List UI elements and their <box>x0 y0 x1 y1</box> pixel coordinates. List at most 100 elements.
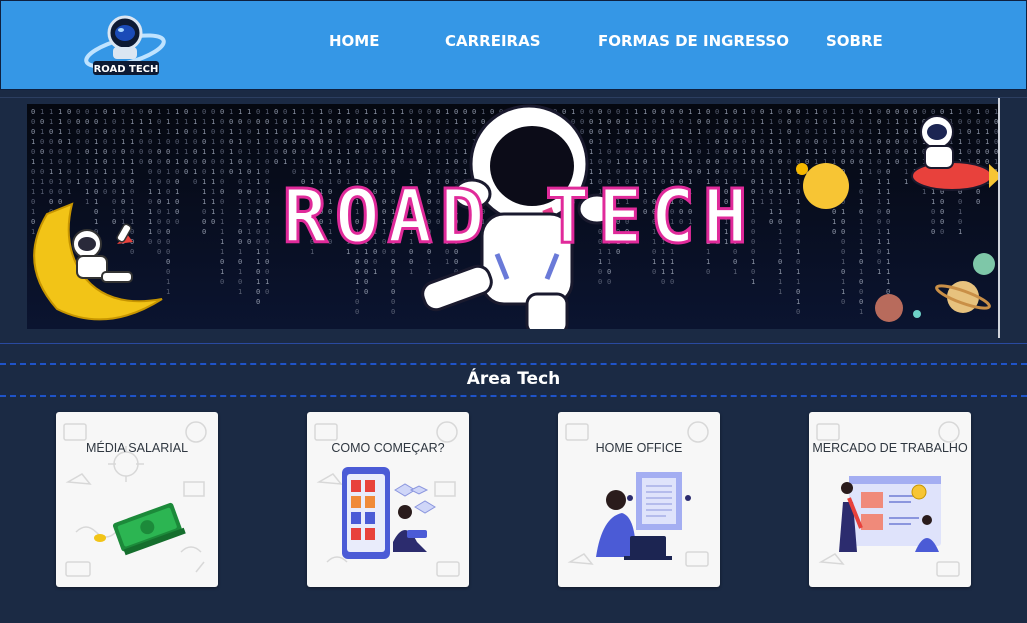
svg-text:1: 1 <box>877 178 881 186</box>
nav-carreiras[interactable]: CARREIRAS <box>445 32 541 50</box>
svg-text:0: 0 <box>49 148 53 156</box>
svg-text:0: 0 <box>382 148 386 156</box>
svg-text:1: 1 <box>625 118 629 126</box>
svg-text:0: 0 <box>436 108 440 116</box>
card-media-salarial[interactable]: MÉDIA SALARIAL <box>56 412 218 587</box>
svg-text:1: 1 <box>634 118 638 126</box>
svg-text:0: 0 <box>823 118 827 126</box>
svg-text:1: 1 <box>175 118 179 126</box>
svg-text:0: 0 <box>121 148 125 156</box>
svg-text:0: 0 <box>778 158 782 166</box>
svg-text:1: 1 <box>670 158 674 166</box>
svg-text:1: 1 <box>157 138 161 146</box>
card-mercado-de-trabalho[interactable]: MERCADO DE TRABALHO <box>809 412 971 587</box>
svg-text:0: 0 <box>202 208 206 216</box>
svg-text:0: 0 <box>67 108 71 116</box>
svg-text:0: 0 <box>661 278 665 286</box>
svg-text:1: 1 <box>391 108 395 116</box>
svg-text:1: 1 <box>733 268 737 276</box>
svg-text:0: 0 <box>967 108 971 116</box>
svg-text:1: 1 <box>877 228 881 236</box>
svg-text:0: 0 <box>895 138 899 146</box>
svg-text:0: 0 <box>49 178 53 186</box>
svg-text:0: 0 <box>274 148 278 156</box>
svg-text:1: 1 <box>418 148 422 156</box>
svg-text:0: 0 <box>265 268 269 276</box>
svg-text:1: 1 <box>211 178 215 186</box>
svg-text:1: 1 <box>112 138 116 146</box>
svg-text:1: 1 <box>742 148 746 156</box>
svg-text:1: 1 <box>814 108 818 116</box>
svg-text:1: 1 <box>265 248 269 256</box>
svg-text:0: 0 <box>337 118 341 126</box>
svg-text:0: 0 <box>796 108 800 116</box>
svg-text:1: 1 <box>400 108 404 116</box>
svg-text:0: 0 <box>211 158 215 166</box>
svg-text:1: 1 <box>823 148 827 156</box>
svg-text:0: 0 <box>148 238 152 246</box>
svg-text:0: 0 <box>166 228 170 236</box>
svg-text:1: 1 <box>661 138 665 146</box>
svg-text:1: 1 <box>202 118 206 126</box>
svg-text:1: 1 <box>877 238 881 246</box>
svg-text:0: 0 <box>364 288 368 296</box>
svg-text:0: 0 <box>769 188 773 196</box>
svg-text:1: 1 <box>382 158 386 166</box>
svg-text:1: 1 <box>94 218 98 226</box>
svg-text:1: 1 <box>292 108 296 116</box>
svg-text:1: 1 <box>112 208 116 216</box>
svg-text:0: 0 <box>607 278 611 286</box>
svg-text:0: 0 <box>265 158 269 166</box>
svg-text:1: 1 <box>31 158 35 166</box>
svg-text:0: 0 <box>301 138 305 146</box>
svg-text:1: 1 <box>895 118 899 126</box>
svg-text:1: 1 <box>211 138 215 146</box>
svg-text:1: 1 <box>760 198 764 206</box>
svg-text:1: 1 <box>301 118 305 126</box>
svg-text:1: 1 <box>751 278 755 286</box>
svg-text:0: 0 <box>49 198 53 206</box>
svg-text:1: 1 <box>859 118 863 126</box>
svg-text:0: 0 <box>598 108 602 116</box>
nav-home[interactable]: HOME <box>329 32 379 50</box>
svg-text:1: 1 <box>265 188 269 196</box>
svg-text:0: 0 <box>823 138 827 146</box>
svg-text:0: 0 <box>355 298 359 306</box>
svg-text:0: 0 <box>391 298 395 306</box>
svg-text:1: 1 <box>778 288 782 296</box>
nav-sobre[interactable]: SOBRE <box>826 32 883 50</box>
svg-text:1: 1 <box>247 208 251 216</box>
svg-text:1: 1 <box>463 138 467 146</box>
svg-text:0: 0 <box>148 198 152 206</box>
card-title: MÉDIA SALARIAL <box>85 441 189 455</box>
svg-text:1: 1 <box>148 118 152 126</box>
nav-formas-de-ingresso[interactable]: FORMAS DE INGRESSO <box>598 32 789 50</box>
svg-text:0: 0 <box>733 128 737 136</box>
svg-text:0: 0 <box>895 148 899 156</box>
svg-text:0: 0 <box>796 258 800 266</box>
card-home-office[interactable]: HOME OFFICE <box>558 412 720 587</box>
svg-text:1: 1 <box>148 208 152 216</box>
svg-text:0: 0 <box>328 138 332 146</box>
svg-text:0: 0 <box>265 198 269 206</box>
svg-text:0: 0 <box>130 188 134 196</box>
svg-text:0: 0 <box>94 188 98 196</box>
svg-text:1: 1 <box>247 178 251 186</box>
svg-text:0: 0 <box>679 158 683 166</box>
svg-text:0: 0 <box>859 298 863 306</box>
svg-text:1: 1 <box>292 118 296 126</box>
svg-text:1: 1 <box>310 148 314 156</box>
svg-text:0: 0 <box>598 128 602 136</box>
svg-text:0: 0 <box>607 118 611 126</box>
svg-text:1: 1 <box>94 178 98 186</box>
svg-text:1: 1 <box>31 228 35 236</box>
svg-text:1: 1 <box>643 148 647 156</box>
svg-text:1: 1 <box>841 288 845 296</box>
svg-text:0: 0 <box>292 138 296 146</box>
svg-text:0: 0 <box>40 148 44 156</box>
svg-text:1: 1 <box>202 198 206 206</box>
svg-text:1: 1 <box>769 108 773 116</box>
svg-text:1: 1 <box>958 108 962 116</box>
svg-text:1: 1 <box>679 138 683 146</box>
card-como-comecar[interactable]: COMO COMEÇAR? <box>307 412 469 587</box>
